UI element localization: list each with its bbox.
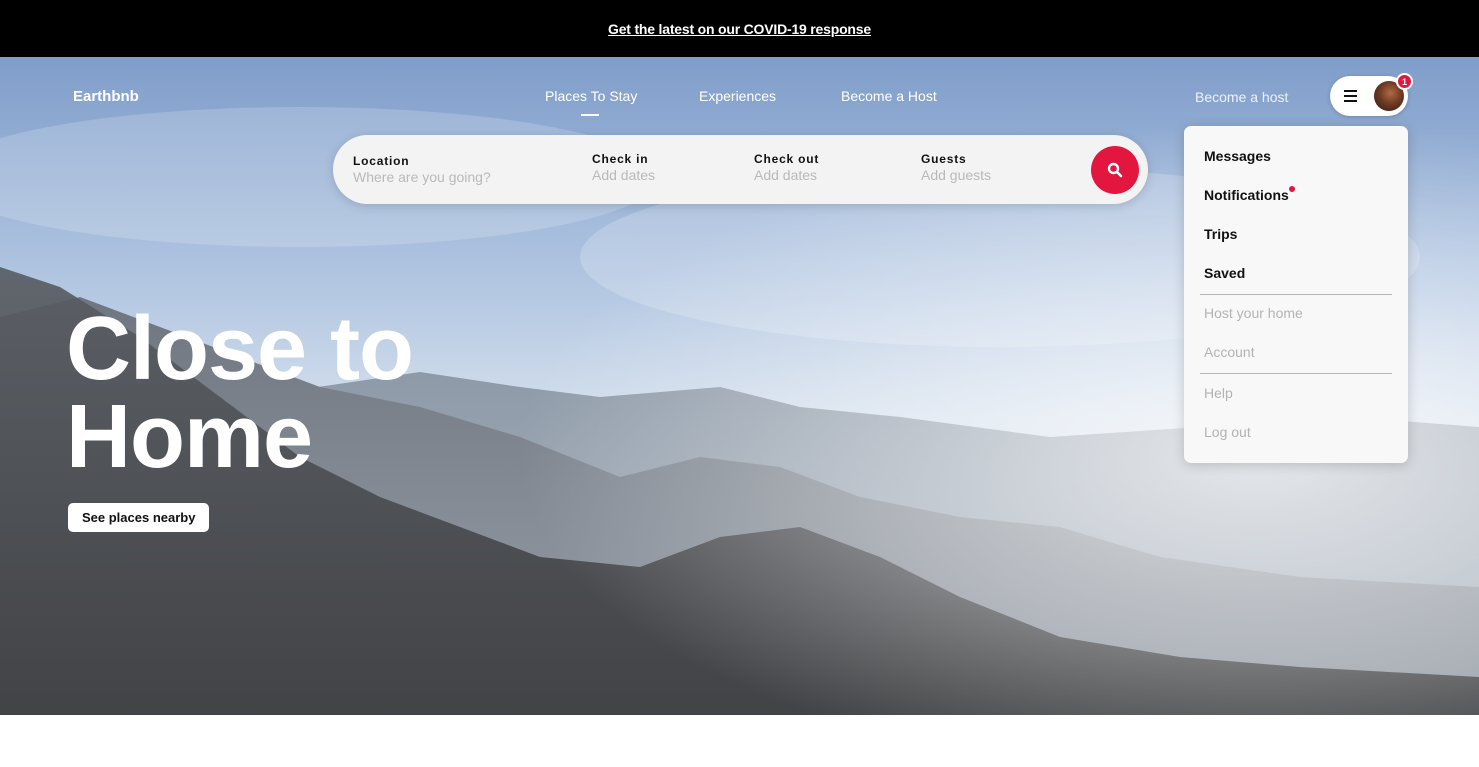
menu-item-log-out[interactable]: Log out xyxy=(1204,424,1251,440)
menu-item-saved[interactable]: Saved xyxy=(1204,265,1245,281)
guests-label: Guests xyxy=(921,152,967,166)
menu-item-help[interactable]: Help xyxy=(1204,385,1233,401)
user-dropdown-menu: Messages Notifications Trips Saved Host … xyxy=(1184,126,1408,463)
menu-item-trips[interactable]: Trips xyxy=(1204,226,1237,242)
nav-places-to-stay-label: Places To Stay xyxy=(545,88,638,104)
check-out-field[interactable]: Check out Add dates xyxy=(754,152,819,183)
menu-item-messages[interactable]: Messages xyxy=(1204,148,1271,164)
check-out-label: Check out xyxy=(754,152,820,166)
user-menu-button[interactable]: 1 xyxy=(1330,73,1413,116)
menu-divider xyxy=(1200,294,1392,295)
hero-headline: Close to Home xyxy=(66,299,414,487)
guests-field[interactable]: Guests Add guests xyxy=(921,152,991,183)
menu-item-notifications-label: Notifications xyxy=(1204,187,1289,203)
covid-banner: Get the latest on our COVID-19 response xyxy=(0,0,1479,57)
location-field[interactable]: Location Where are you going? xyxy=(353,154,491,185)
location-label: Location xyxy=(353,154,410,168)
hero-headline-line1: Close to xyxy=(66,299,414,399)
covid-banner-link[interactable]: Get the latest on our COVID-19 response xyxy=(608,21,871,37)
notification-badge: 1 xyxy=(1396,73,1413,90)
check-in-field[interactable]: Check in Add dates xyxy=(592,152,655,183)
hero-section: Earthbnb Places To Stay Experiences Beco… xyxy=(0,57,1479,715)
menu-item-notifications[interactable]: Notifications xyxy=(1204,187,1289,203)
menu-divider xyxy=(1200,373,1392,374)
search-icon xyxy=(1107,162,1123,178)
nav-active-indicator xyxy=(581,114,599,116)
nav-become-a-host[interactable]: Become a Host xyxy=(841,88,937,104)
check-out-placeholder: Add dates xyxy=(754,167,818,183)
notification-dot xyxy=(1289,186,1295,192)
nav-places-to-stay[interactable]: Places To Stay xyxy=(545,88,638,116)
search-button[interactable] xyxy=(1091,146,1139,194)
menu-item-account[interactable]: Account xyxy=(1204,344,1255,360)
search-bar: Location Where are you going? Check in A… xyxy=(333,135,1148,204)
hero-headline-line2: Home xyxy=(66,387,313,487)
menu-item-host-your-home[interactable]: Host your home xyxy=(1204,305,1303,321)
nav-experiences[interactable]: Experiences xyxy=(699,88,776,104)
become-a-host-link[interactable]: Become a host xyxy=(1195,89,1288,105)
logo[interactable]: Earthbnb xyxy=(73,88,139,105)
check-in-label: Check in xyxy=(592,152,649,166)
location-placeholder: Where are you going? xyxy=(353,169,491,185)
check-in-placeholder: Add dates xyxy=(592,167,656,183)
hamburger-icon xyxy=(1344,90,1357,102)
guests-placeholder: Add guests xyxy=(921,167,992,183)
see-places-nearby-button[interactable]: See places nearby xyxy=(68,503,210,532)
